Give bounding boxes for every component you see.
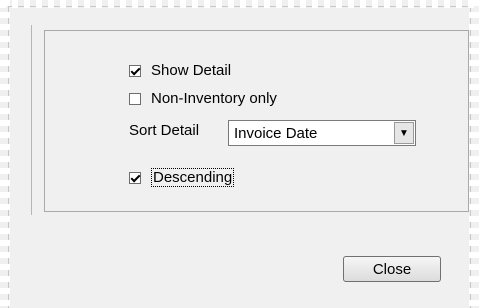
show-detail-checkbox[interactable] bbox=[129, 64, 141, 77]
sort-detail-value: Invoice Date bbox=[234, 124, 318, 142]
divider-line bbox=[31, 25, 32, 215]
torn-edge-left bbox=[0, 0, 10, 308]
show-detail-checkbox-row[interactable]: Show Detail bbox=[129, 62, 231, 79]
sort-detail-label: Sort Detail bbox=[129, 122, 200, 139]
chevron-down-icon[interactable]: ▼ bbox=[394, 122, 414, 144]
show-detail-label: Show Detail bbox=[151, 62, 232, 79]
descending-checkbox[interactable] bbox=[129, 171, 141, 184]
torn-edge-right bbox=[469, 0, 479, 308]
close-button[interactable]: Close bbox=[343, 256, 441, 282]
non-inventory-checkbox-row[interactable]: Non-Inventory only bbox=[129, 90, 277, 107]
descending-checkbox-row[interactable]: Descending bbox=[129, 168, 235, 187]
torn-edge-top bbox=[0, 0, 479, 8]
sort-detail-select[interactable]: Invoice Date ▼ bbox=[228, 120, 416, 146]
non-inventory-label: Non-Inventory only bbox=[151, 90, 277, 107]
descending-label: Descending bbox=[151, 168, 235, 187]
non-inventory-checkbox[interactable] bbox=[129, 92, 141, 105]
